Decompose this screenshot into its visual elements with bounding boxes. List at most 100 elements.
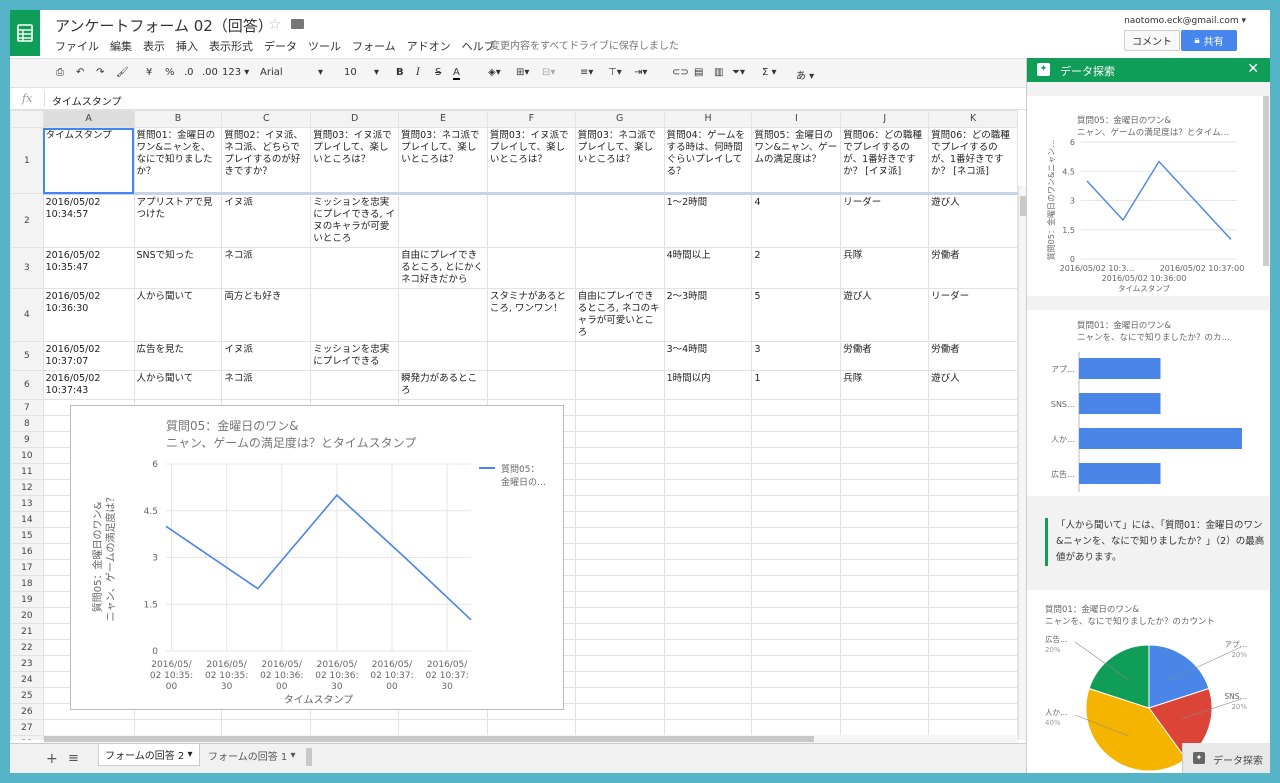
- grid-cell[interactable]: [574, 479, 665, 496]
- horizontal-scrollbar[interactable]: [44, 735, 1018, 743]
- select-all-corner[interactable]: [10, 110, 44, 128]
- grid-cell[interactable]: [928, 719, 1018, 736]
- grid-cell[interactable]: [928, 479, 1018, 496]
- grid-cell[interactable]: [840, 431, 930, 448]
- grid-cell[interactable]: [840, 463, 930, 480]
- grid-cell[interactable]: [751, 575, 842, 592]
- row-header[interactable]: 28: [10, 735, 44, 740]
- row-header[interactable]: 7: [10, 399, 44, 416]
- grid-cell[interactable]: [840, 543, 930, 560]
- grid-cell[interactable]: [840, 415, 930, 432]
- grid-cell[interactable]: [486, 719, 576, 736]
- grid-cell[interactable]: [574, 559, 665, 576]
- align-left-icon[interactable]: ≡▾: [580, 67, 593, 78]
- grid-cell[interactable]: [840, 623, 930, 640]
- grid-cell[interactable]: [751, 639, 842, 656]
- grid-cell[interactable]: 4: [751, 193, 842, 248]
- row-header[interactable]: 22: [10, 639, 44, 656]
- redo-icon[interactable]: ↷: [96, 67, 104, 78]
- grid-cell[interactable]: [928, 463, 1018, 480]
- grid-cell[interactable]: [751, 623, 842, 640]
- italic-button[interactable]: I: [416, 67, 420, 78]
- column-header[interactable]: G: [574, 110, 665, 128]
- grid-cell[interactable]: [398, 719, 488, 736]
- grid-cell[interactable]: 質問03：イヌ派でプレイして、楽しいところは？: [486, 127, 576, 195]
- grid-cell[interactable]: 遊び人: [928, 193, 1018, 248]
- grid-cell[interactable]: [574, 511, 665, 528]
- grid-cell[interactable]: [751, 671, 842, 688]
- grid-cell[interactable]: ミッションを忠実にプレイできる, イヌのキャラが可愛いところ: [310, 193, 400, 248]
- row-header[interactable]: 4: [10, 288, 44, 342]
- grid-cell[interactable]: 1時間以内: [663, 370, 753, 400]
- grid-cell[interactable]: 兵隊: [840, 370, 930, 400]
- sheet-tab-active[interactable]: フォームの回答 2 ▾: [98, 744, 200, 766]
- grid-cell[interactable]: [42, 719, 135, 736]
- grid-cell[interactable]: [574, 193, 665, 248]
- grid-cell[interactable]: [840, 591, 930, 608]
- menu-item[interactable]: フォーム: [352, 40, 396, 53]
- grid-cell[interactable]: [663, 511, 753, 528]
- grid-cell[interactable]: [928, 559, 1018, 576]
- grid-cell[interactable]: [751, 703, 842, 720]
- filter-icon[interactable]: ⏷▾: [732, 67, 745, 78]
- grid-cell[interactable]: [574, 495, 665, 512]
- grid-cell[interactable]: [574, 399, 665, 416]
- grid-cell[interactable]: [663, 543, 753, 560]
- grid-cell[interactable]: [574, 671, 665, 688]
- grid-cell[interactable]: 労働者: [840, 341, 930, 371]
- grid-cell[interactable]: [840, 479, 930, 496]
- grid-cell[interactable]: 遊び人: [928, 370, 1018, 400]
- grid-cell[interactable]: [398, 288, 488, 342]
- row-header[interactable]: 3: [10, 247, 44, 289]
- percent-button[interactable]: %: [165, 67, 175, 78]
- grid-cell[interactable]: [840, 719, 930, 736]
- grid-cell[interactable]: [574, 431, 665, 448]
- grid-cell[interactable]: [663, 527, 753, 544]
- grid-cell[interactable]: 3〜4時間: [663, 341, 753, 371]
- explore-card-line-chart[interactable]: 質問05：金曜日のワン& ニャン、ゲームの満足度は？とタイム… 0 1.5 3 4.5 6 2…: [1027, 96, 1270, 296]
- grid-cell[interactable]: [574, 703, 665, 720]
- grid-cell[interactable]: [663, 495, 753, 512]
- grid-cell[interactable]: 労働者: [928, 341, 1018, 371]
- grid-cell[interactable]: 瞬発力があるところ: [398, 370, 488, 400]
- grid-cell[interactable]: 両方とも好き: [221, 288, 312, 342]
- grid-cell[interactable]: タイムスタンプ: [42, 127, 135, 195]
- grid-cell[interactable]: [574, 591, 665, 608]
- more-formats-button[interactable]: 123 ▾: [222, 67, 249, 78]
- grid-cell[interactable]: 遊び人: [840, 288, 930, 342]
- chart-icon[interactable]: ▥: [714, 67, 723, 78]
- row-header[interactable]: 15: [10, 527, 44, 544]
- column-header[interactable]: F: [486, 110, 576, 128]
- grid-cell[interactable]: [663, 575, 753, 592]
- grid-cell[interactable]: [310, 719, 400, 736]
- grid-cell[interactable]: SNSで知った: [133, 247, 223, 289]
- grid-cell[interactable]: [574, 341, 665, 371]
- grid-cell[interactable]: [486, 247, 576, 289]
- grid-cell[interactable]: [928, 703, 1018, 720]
- column-header[interactable]: I: [751, 110, 842, 128]
- grid-cell[interactable]: 労働者: [928, 247, 1018, 289]
- grid-cell[interactable]: 質問03：イヌ派でプレイして、楽しいところは？: [310, 127, 400, 195]
- row-header[interactable]: 1: [10, 127, 44, 194]
- grid-cell[interactable]: イヌ派: [221, 341, 312, 371]
- row-header[interactable]: 9: [10, 431, 44, 448]
- grid-cell[interactable]: 質問06：どの職種でプレイするのが、1番好きですか？ [イヌ派]: [840, 127, 930, 195]
- grid-cell[interactable]: [663, 447, 753, 464]
- row-header[interactable]: 20: [10, 607, 44, 624]
- row-header[interactable]: 27: [10, 719, 44, 736]
- row-header[interactable]: 13: [10, 495, 44, 512]
- functions-button[interactable]: Σ ▾: [762, 67, 777, 78]
- grid-cell[interactable]: [574, 370, 665, 400]
- row-header[interactable]: 21: [10, 623, 44, 640]
- grid-cell[interactable]: [751, 415, 842, 432]
- grid-cell[interactable]: [840, 639, 930, 656]
- grid-cell[interactable]: [751, 559, 842, 576]
- grid-cell[interactable]: ミッションを忠実にプレイできる: [310, 341, 400, 371]
- grid-cell[interactable]: リーダー: [840, 193, 930, 248]
- share-button[interactable]: 🔒︎ 共有: [1181, 30, 1237, 51]
- grid-cell[interactable]: [663, 671, 753, 688]
- grid-cell[interactable]: [840, 671, 930, 688]
- grid-cell[interactable]: 自由にプレイできるところ, とにかくネコ好きだから: [398, 247, 488, 289]
- row-header[interactable]: 14: [10, 511, 44, 528]
- row-header[interactable]: 10: [10, 447, 44, 464]
